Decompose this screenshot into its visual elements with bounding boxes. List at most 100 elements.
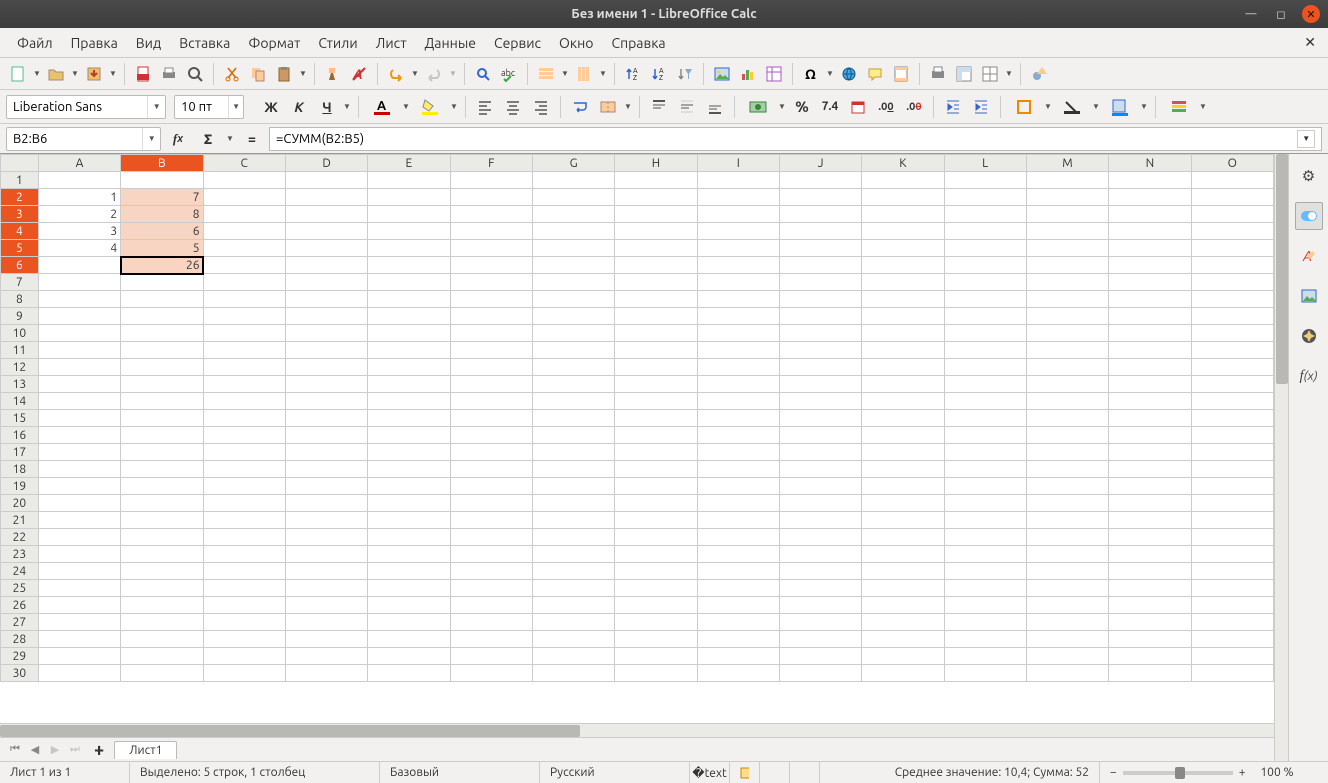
cell-C28[interactable] [203, 631, 285, 648]
cell-A3[interactable]: 2 [38, 206, 120, 223]
cell-M8[interactable] [1026, 291, 1108, 308]
status-summary[interactable]: Среднее значение: 10,4; Сумма: 52 [820, 762, 1100, 783]
cut-button[interactable] [220, 62, 244, 86]
cell-F21[interactable] [450, 512, 532, 529]
cell-D21[interactable] [285, 512, 367, 529]
cell-M4[interactable] [1026, 223, 1108, 240]
sidebar-gallery-icon[interactable] [1295, 282, 1323, 310]
cell-D3[interactable] [285, 206, 367, 223]
cell-I8[interactable] [697, 291, 779, 308]
cell-J16[interactable] [779, 427, 861, 444]
cell-B8[interactable] [121, 291, 203, 308]
cell-G27[interactable] [532, 614, 614, 631]
open-button[interactable] [44, 62, 68, 86]
cell-I3[interactable] [697, 206, 779, 223]
cell-K30[interactable] [862, 665, 944, 682]
cell-J5[interactable] [779, 240, 861, 257]
cell-F15[interactable] [450, 410, 532, 427]
cell-G30[interactable] [532, 665, 614, 682]
cell-B21[interactable] [121, 512, 203, 529]
cell-K23[interactable] [862, 546, 944, 563]
freeze-panes-button[interactable] [952, 62, 976, 86]
column-header-I[interactable]: I [697, 155, 779, 172]
cell-I24[interactable] [697, 563, 779, 580]
cell-J21[interactable] [779, 512, 861, 529]
italic-button[interactable]: К [286, 94, 312, 120]
cell-F19[interactable] [450, 478, 532, 495]
cell-E5[interactable] [368, 240, 450, 257]
cell-M12[interactable] [1026, 359, 1108, 376]
cell-K14[interactable] [862, 393, 944, 410]
cell-C20[interactable] [203, 495, 285, 512]
cell-F4[interactable] [450, 223, 532, 240]
cell-B9[interactable] [121, 308, 203, 325]
cell-N4[interactable] [1109, 223, 1191, 240]
cell-N7[interactable] [1109, 274, 1191, 291]
cell-D25[interactable] [285, 580, 367, 597]
cell-E14[interactable] [368, 393, 450, 410]
autofilter-button[interactable] [673, 62, 697, 86]
cell-E21[interactable] [368, 512, 450, 529]
column-dropdown[interactable]: ▼ [598, 69, 608, 78]
cell-B27[interactable] [121, 614, 203, 631]
cell-N30[interactable] [1109, 665, 1191, 682]
cell-H13[interactable] [615, 376, 697, 393]
cell-C18[interactable] [203, 461, 285, 478]
cell-G28[interactable] [532, 631, 614, 648]
cell-A10[interactable] [38, 325, 120, 342]
cell-B5[interactable]: 5 [121, 240, 203, 257]
cell-L1[interactable] [944, 172, 1026, 189]
cell-K15[interactable] [862, 410, 944, 427]
save-dropdown[interactable]: ▼ [108, 69, 118, 78]
status-selection-mode[interactable] [730, 762, 760, 783]
cell-H26[interactable] [615, 597, 697, 614]
cell-J28[interactable] [779, 631, 861, 648]
status-language[interactable]: Русский [540, 762, 690, 783]
cell-A2[interactable]: 1 [38, 189, 120, 206]
cell-G23[interactable] [532, 546, 614, 563]
cell-N3[interactable] [1109, 206, 1191, 223]
cell-B24[interactable] [121, 563, 203, 580]
cell-K29[interactable] [862, 648, 944, 665]
cell-A21[interactable] [38, 512, 120, 529]
cell-B15[interactable] [121, 410, 203, 427]
cell-N1[interactable] [1109, 172, 1191, 189]
cell-M16[interactable] [1026, 427, 1108, 444]
underline-button[interactable]: Ч [314, 94, 340, 120]
cell-K9[interactable] [862, 308, 944, 325]
cell-G22[interactable] [532, 529, 614, 546]
cell-D7[interactable] [285, 274, 367, 291]
column-header-C[interactable]: C [203, 155, 285, 172]
cell-O18[interactable] [1191, 461, 1273, 478]
cell-N21[interactable] [1109, 512, 1191, 529]
cell-B19[interactable] [121, 478, 203, 495]
row-header-11[interactable]: 11 [1, 342, 39, 359]
cell-I6[interactable] [697, 257, 779, 274]
cell-H19[interactable] [615, 478, 697, 495]
cell-H3[interactable] [615, 206, 697, 223]
cell-J25[interactable] [779, 580, 861, 597]
cell-H12[interactable] [615, 359, 697, 376]
cell-D17[interactable] [285, 444, 367, 461]
cell-K2[interactable] [862, 189, 944, 206]
maximize-button[interactable]: ◻ [1272, 5, 1290, 23]
cell-C5[interactable] [203, 240, 285, 257]
cell-B16[interactable] [121, 427, 203, 444]
align-center-button[interactable] [500, 94, 526, 120]
cell-G11[interactable] [532, 342, 614, 359]
cell-I7[interactable] [697, 274, 779, 291]
cell-L13[interactable] [944, 376, 1026, 393]
sidebar-functions-icon[interactable]: f(x) [1295, 362, 1323, 390]
row-header-6[interactable]: 6 [1, 257, 39, 274]
cell-N17[interactable] [1109, 444, 1191, 461]
minimize-button[interactable]: — [1242, 5, 1260, 23]
cell-M2[interactable] [1026, 189, 1108, 206]
cell-H15[interactable] [615, 410, 697, 427]
row-header-20[interactable]: 20 [1, 495, 39, 512]
font-size-dropdown-icon[interactable]: ▼ [228, 96, 243, 118]
cell-E8[interactable] [368, 291, 450, 308]
hyperlink-button[interactable] [837, 62, 861, 86]
draw-shapes-button[interactable] [1027, 62, 1051, 86]
cell-F24[interactable] [450, 563, 532, 580]
cell-I13[interactable] [697, 376, 779, 393]
